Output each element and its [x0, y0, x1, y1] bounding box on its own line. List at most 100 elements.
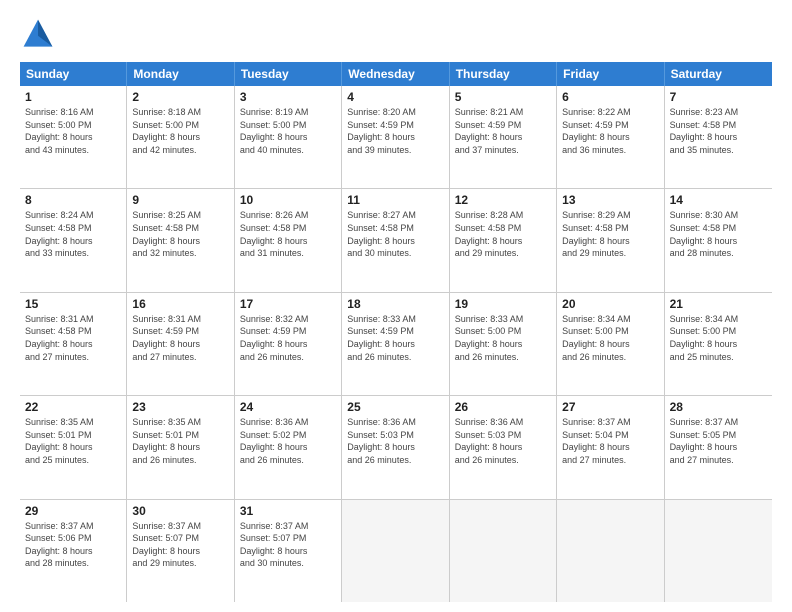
- cal-cell-5-3: 31Sunrise: 8:37 AM Sunset: 5:07 PM Dayli…: [235, 500, 342, 602]
- day-info: Sunrise: 8:25 AM Sunset: 4:58 PM Dayligh…: [132, 209, 228, 259]
- day-number: 25: [347, 400, 443, 414]
- day-info: Sunrise: 8:36 AM Sunset: 5:03 PM Dayligh…: [347, 416, 443, 466]
- cal-cell-1-7: 7 Sunrise: 8:23 AM Sunset: 4:58 PM Daylig…: [665, 86, 772, 188]
- day-info: Sunrise: 8:35 AM Sunset: 5:01 PM Dayligh…: [25, 416, 121, 466]
- cal-cell-5-5: [450, 500, 557, 602]
- cal-cell-3-3: 17Sunrise: 8:32 AM Sunset: 4:59 PM Dayli…: [235, 293, 342, 395]
- cal-cell-5-4: [342, 500, 449, 602]
- day-number: 27: [562, 400, 658, 414]
- cal-cell-1-2: 2 Sunrise: 8:18 AM Sunset: 5:00 PM Daylig…: [127, 86, 234, 188]
- day-number: 16: [132, 297, 228, 311]
- day-number: 23: [132, 400, 228, 414]
- day-number: 12: [455, 193, 551, 207]
- cal-cell-2-7: 14 Sunrise: 8:30 AM Sunset: 4:58 PM Dayli…: [665, 189, 772, 291]
- cal-cell-4-1: 22Sunrise: 8:35 AM Sunset: 5:01 PM Dayli…: [20, 396, 127, 498]
- cal-cell-1-3: 3Sunrise: 8:19 AM Sunset: 5:00 PM Daylig…: [235, 86, 342, 188]
- day-info: Sunrise: 8:33 AM Sunset: 5:00 PM Dayligh…: [455, 313, 551, 363]
- cal-cell-4-3: 24 Sunrise: 8:36 AM Sunset: 5:02 PM Dayli…: [235, 396, 342, 498]
- cal-week-4: 22Sunrise: 8:35 AM Sunset: 5:01 PM Dayli…: [20, 396, 772, 499]
- logo: [20, 16, 62, 52]
- cal-cell-3-5: 19 Sunrise: 8:33 AM Sunset: 5:00 PM Dayli…: [450, 293, 557, 395]
- cal-cell-2-1: 8 Sunrise: 8:24 AM Sunset: 4:58 PM Daylig…: [20, 189, 127, 291]
- day-info: Sunrise: 8:37 AM Sunset: 5:05 PM Dayligh…: [670, 416, 767, 466]
- cal-cell-4-6: 27Sunrise: 8:37 AM Sunset: 5:04 PM Dayli…: [557, 396, 664, 498]
- day-number: 15: [25, 297, 121, 311]
- calendar: SundayMondayTuesdayWednesdayThursdayFrid…: [20, 62, 772, 602]
- day-info: Sunrise: 8:19 AM Sunset: 5:00 PM Dayligh…: [240, 106, 336, 156]
- day-info: Sunrise: 8:29 AM Sunset: 4:58 PM Dayligh…: [562, 209, 658, 259]
- day-number: 14: [670, 193, 767, 207]
- cal-header-cell-monday: Monday: [127, 62, 234, 86]
- cal-cell-2-3: 10Sunrise: 8:26 AM Sunset: 4:58 PM Dayli…: [235, 189, 342, 291]
- day-number: 1: [25, 90, 121, 104]
- cal-week-5: 29 Sunrise: 8:37 AM Sunset: 5:06 PM Dayli…: [20, 500, 772, 602]
- cal-cell-2-2: 9 Sunrise: 8:25 AM Sunset: 4:58 PM Daylig…: [127, 189, 234, 291]
- day-info: Sunrise: 8:37 AM Sunset: 5:07 PM Dayligh…: [132, 520, 228, 570]
- cal-cell-4-2: 23 Sunrise: 8:35 AM Sunset: 5:01 PM Dayli…: [127, 396, 234, 498]
- day-number: 7: [670, 90, 767, 104]
- general-blue-logo-icon: [20, 16, 56, 52]
- cal-cell-2-4: 11Sunrise: 8:27 AM Sunset: 4:58 PM Dayli…: [342, 189, 449, 291]
- day-info: Sunrise: 8:24 AM Sunset: 4:58 PM Dayligh…: [25, 209, 121, 259]
- cal-cell-2-5: 12 Sunrise: 8:28 AM Sunset: 4:58 PM Dayli…: [450, 189, 557, 291]
- cal-week-3: 15 Sunrise: 8:31 AM Sunset: 4:58 PM Dayli…: [20, 293, 772, 396]
- day-number: 13: [562, 193, 658, 207]
- day-info: Sunrise: 8:34 AM Sunset: 5:00 PM Dayligh…: [670, 313, 767, 363]
- day-info: Sunrise: 8:33 AM Sunset: 4:59 PM Dayligh…: [347, 313, 443, 363]
- day-info: Sunrise: 8:34 AM Sunset: 5:00 PM Dayligh…: [562, 313, 658, 363]
- day-info: Sunrise: 8:26 AM Sunset: 4:58 PM Dayligh…: [240, 209, 336, 259]
- day-info: Sunrise: 8:22 AM Sunset: 4:59 PM Dayligh…: [562, 106, 658, 156]
- day-number: 18: [347, 297, 443, 311]
- day-number: 9: [132, 193, 228, 207]
- day-info: Sunrise: 8:18 AM Sunset: 5:00 PM Dayligh…: [132, 106, 228, 156]
- cal-week-1: 1 Sunrise: 8:16 AM Sunset: 5:00 PM Daylig…: [20, 86, 772, 189]
- day-info: Sunrise: 8:36 AM Sunset: 5:02 PM Dayligh…: [240, 416, 336, 466]
- day-number: 20: [562, 297, 658, 311]
- cal-cell-1-5: 5 Sunrise: 8:21 AM Sunset: 4:59 PM Daylig…: [450, 86, 557, 188]
- cal-header-cell-thursday: Thursday: [450, 62, 557, 86]
- day-number: 30: [132, 504, 228, 518]
- page: SundayMondayTuesdayWednesdayThursdayFrid…: [0, 0, 792, 612]
- day-number: 11: [347, 193, 443, 207]
- cal-cell-2-6: 13 Sunrise: 8:29 AM Sunset: 4:58 PM Dayli…: [557, 189, 664, 291]
- day-info: Sunrise: 8:28 AM Sunset: 4:58 PM Dayligh…: [455, 209, 551, 259]
- day-number: 6: [562, 90, 658, 104]
- cal-cell-3-6: 20 Sunrise: 8:34 AM Sunset: 5:00 PM Dayli…: [557, 293, 664, 395]
- cal-cell-4-5: 26Sunrise: 8:36 AM Sunset: 5:03 PM Dayli…: [450, 396, 557, 498]
- header: [20, 16, 772, 52]
- cal-header-cell-sunday: Sunday: [20, 62, 127, 86]
- day-number: 29: [25, 504, 121, 518]
- cal-cell-5-1: 29 Sunrise: 8:37 AM Sunset: 5:06 PM Dayli…: [20, 500, 127, 602]
- day-number: 21: [670, 297, 767, 311]
- cal-cell-3-1: 15 Sunrise: 8:31 AM Sunset: 4:58 PM Dayli…: [20, 293, 127, 395]
- day-info: Sunrise: 8:21 AM Sunset: 4:59 PM Dayligh…: [455, 106, 551, 156]
- cal-cell-1-1: 1 Sunrise: 8:16 AM Sunset: 5:00 PM Daylig…: [20, 86, 127, 188]
- day-number: 2: [132, 90, 228, 104]
- day-info: Sunrise: 8:23 AM Sunset: 4:58 PM Dayligh…: [670, 106, 767, 156]
- day-info: Sunrise: 8:31 AM Sunset: 4:59 PM Dayligh…: [132, 313, 228, 363]
- calendar-body: 1 Sunrise: 8:16 AM Sunset: 5:00 PM Daylig…: [20, 86, 772, 602]
- day-info: Sunrise: 8:31 AM Sunset: 4:58 PM Dayligh…: [25, 313, 121, 363]
- cal-cell-1-6: 6 Sunrise: 8:22 AM Sunset: 4:59 PM Daylig…: [557, 86, 664, 188]
- day-number: 24: [240, 400, 336, 414]
- day-number: 4: [347, 90, 443, 104]
- cal-cell-5-2: 30 Sunrise: 8:37 AM Sunset: 5:07 PM Dayli…: [127, 500, 234, 602]
- cal-cell-3-7: 21 Sunrise: 8:34 AM Sunset: 5:00 PM Dayli…: [665, 293, 772, 395]
- day-number: 26: [455, 400, 551, 414]
- day-info: Sunrise: 8:37 AM Sunset: 5:06 PM Dayligh…: [25, 520, 121, 570]
- day-number: 5: [455, 90, 551, 104]
- day-info: Sunrise: 8:35 AM Sunset: 5:01 PM Dayligh…: [132, 416, 228, 466]
- day-number: 8: [25, 193, 121, 207]
- day-info: Sunrise: 8:16 AM Sunset: 5:00 PM Dayligh…: [25, 106, 121, 156]
- cal-header-cell-friday: Friday: [557, 62, 664, 86]
- day-info: Sunrise: 8:30 AM Sunset: 4:58 PM Dayligh…: [670, 209, 767, 259]
- cal-cell-4-7: 28Sunrise: 8:37 AM Sunset: 5:05 PM Dayli…: [665, 396, 772, 498]
- cal-cell-1-4: 4Sunrise: 8:20 AM Sunset: 4:59 PM Daylig…: [342, 86, 449, 188]
- cal-header-cell-saturday: Saturday: [665, 62, 772, 86]
- cal-cell-4-4: 25 Sunrise: 8:36 AM Sunset: 5:03 PM Dayli…: [342, 396, 449, 498]
- cal-week-2: 8 Sunrise: 8:24 AM Sunset: 4:58 PM Daylig…: [20, 189, 772, 292]
- cal-header-cell-wednesday: Wednesday: [342, 62, 449, 86]
- cal-cell-5-6: [557, 500, 664, 602]
- day-number: 19: [455, 297, 551, 311]
- day-number: 31: [240, 504, 336, 518]
